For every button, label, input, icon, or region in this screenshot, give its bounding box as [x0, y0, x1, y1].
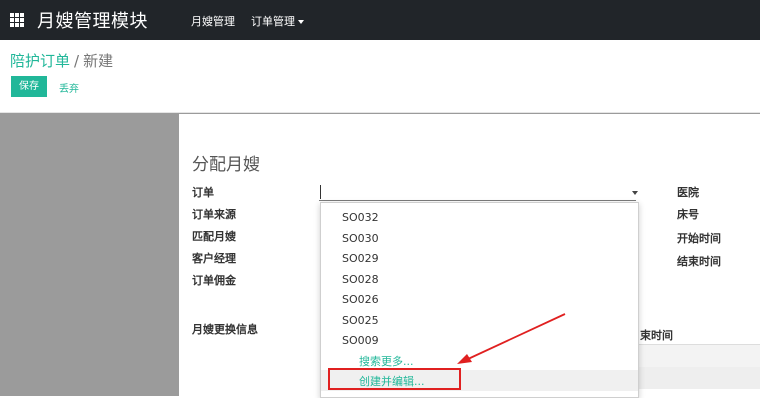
breadcrumb-separator: /	[74, 52, 80, 70]
label-order-commission: 订单佣金	[192, 274, 236, 287]
table-header-end-time: 束时间	[640, 329, 673, 342]
replacement-table-row	[639, 367, 760, 389]
apps-grid-icon[interactable]	[10, 13, 24, 27]
top-navbar: 月嫂管理模块 月嫂管理 订单管理	[0, 0, 760, 40]
label-order-source: 订单来源	[192, 208, 236, 221]
annotation-highlight-box	[328, 368, 461, 390]
breadcrumb-parent-link[interactable]: 陪护订单	[10, 52, 70, 70]
menu-order-management-label: 订单管理	[251, 15, 295, 28]
breadcrumb-current: 新建	[83, 52, 114, 70]
label-hospital: 医院	[677, 186, 699, 199]
dropdown-option[interactable]: SO028	[342, 273, 379, 286]
text-cursor	[320, 185, 321, 199]
dropdown-option[interactable]: SO009	[342, 334, 379, 347]
form-title: 分配月嫂	[192, 155, 260, 175]
dropdown-option[interactable]: SO032	[342, 211, 379, 224]
chevron-down-icon	[298, 20, 304, 24]
search-more-link[interactable]: 搜索更多...	[359, 353, 414, 369]
discard-button[interactable]: 丢弃	[59, 80, 79, 95]
dropdown-option[interactable]: SO030	[342, 232, 379, 245]
menu-yuesao-management[interactable]: 月嫂管理	[191, 13, 235, 29]
app-brand-title: 月嫂管理模块	[37, 11, 148, 32]
annotation-arrow-head	[457, 354, 472, 364]
dropdown-caret-icon[interactable]	[632, 191, 638, 195]
replacement-table-header	[639, 344, 760, 368]
label-bed-number: 床号	[677, 208, 699, 221]
menu-order-management[interactable]: 订单管理	[251, 13, 304, 29]
label-start-time: 开始时间	[677, 232, 721, 245]
control-panel: 陪护订单 / 新建 保存 丢弃	[0, 40, 760, 113]
dropdown-option[interactable]: SO026	[342, 293, 379, 306]
label-order: 订单	[192, 186, 214, 199]
dropdown-option[interactable]: SO025	[342, 314, 379, 327]
annotation-arrow	[457, 313, 566, 364]
save-button[interactable]: 保存	[11, 76, 47, 97]
label-matched-yuesao: 匹配月嫂	[192, 230, 236, 243]
label-end-time: 结束时间	[677, 255, 721, 268]
breadcrumb: 陪护订单 / 新建	[10, 50, 113, 71]
label-account-manager: 客户经理	[192, 252, 236, 265]
dropdown-option[interactable]: SO029	[342, 252, 379, 265]
annotation-arrow-line	[467, 313, 566, 360]
section-replacement-info: 月嫂更换信息	[192, 323, 258, 336]
order-select-input[interactable]	[319, 183, 636, 201]
